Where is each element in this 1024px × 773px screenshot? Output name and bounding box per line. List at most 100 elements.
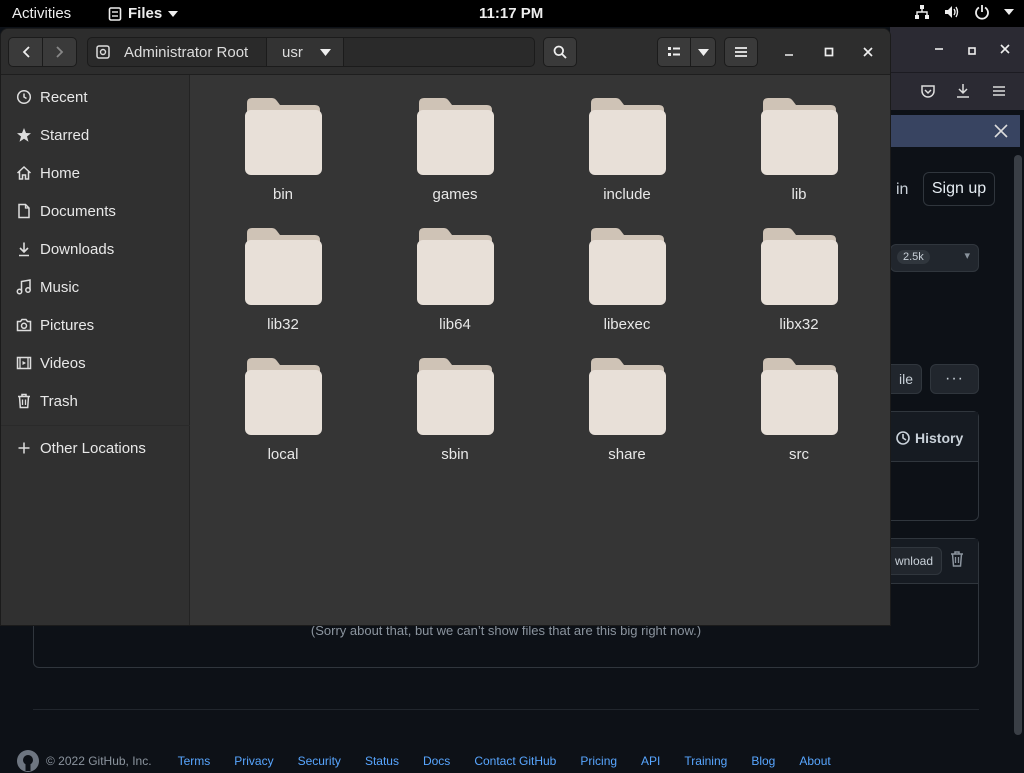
app-menu-button[interactable]: Files <box>108 5 179 22</box>
minimize-button[interactable] <box>780 43 798 61</box>
sign-up-button[interactable]: Sign up <box>923 172 995 206</box>
footer-link-privacy[interactable]: Privacy <box>234 754 273 768</box>
download-icon[interactable] <box>955 83 971 104</box>
sidebar-item-music[interactable]: Music <box>1 269 190 305</box>
folder-icon <box>417 98 494 175</box>
sidebar-item-videos[interactable]: Videos <box>1 345 190 381</box>
hamburger-menu-icon <box>735 47 747 57</box>
footer-link-pricing[interactable]: Pricing <box>580 754 617 768</box>
sidebar-item-downloads[interactable]: Downloads <box>1 231 190 267</box>
activities-button[interactable]: Activities <box>12 5 71 22</box>
folder-item[interactable]: src <box>739 357 859 477</box>
copyright-text: © 2022 GitHub, Inc. <box>46 754 152 768</box>
sidebar-item-label: Music <box>40 278 80 296</box>
sign-in-link[interactable]: in <box>896 181 908 199</box>
sidebar-item-pictures[interactable]: Pictures <box>1 307 190 343</box>
sidebar-item-recent[interactable]: Recent <box>1 79 190 115</box>
back-button[interactable] <box>8 37 43 67</box>
path-bar: Administrator Root usr <box>87 37 535 67</box>
sidebar-item-documents[interactable]: Documents <box>1 193 190 229</box>
caret-down-icon <box>168 10 179 17</box>
path-root-label: Administrator Root <box>124 43 249 61</box>
system-tray[interactable] <box>914 4 1014 20</box>
chevron-left-icon <box>22 46 30 58</box>
footer-link-security[interactable]: Security <box>298 754 341 768</box>
footer-link-docs[interactable]: Docs <box>423 754 450 768</box>
footer-link-api[interactable]: API <box>641 754 660 768</box>
clock[interactable]: 11:17 PM <box>479 5 543 22</box>
sidebar-item-label: Recent <box>40 88 88 106</box>
star-count: 2.5k <box>897 250 930 264</box>
maximize-icon[interactable] <box>968 43 976 58</box>
pocket-icon[interactable] <box>920 83 936 104</box>
forward-button[interactable] <box>42 37 77 67</box>
browser-scrollbar[interactable] <box>1014 155 1022 735</box>
close-icon[interactable] <box>994 121 1008 143</box>
history-link[interactable]: History <box>895 430 963 446</box>
view-options-button[interactable] <box>690 37 716 67</box>
folder-item[interactable]: sbin <box>395 357 515 477</box>
path-separator <box>343 38 344 66</box>
folder-item[interactable]: lib32 <box>223 227 343 347</box>
camera-icon <box>16 317 32 333</box>
folder-label: bin <box>272 186 294 203</box>
list-view-icon <box>668 47 680 56</box>
footer-link-training[interactable]: Training <box>684 754 727 768</box>
hamburger-menu-icon[interactable] <box>991 83 1007 104</box>
browser-titlebar <box>890 27 1024 72</box>
footer-link-about[interactable]: About <box>799 754 830 768</box>
minimize-icon[interactable] <box>934 39 944 54</box>
star-button-group[interactable]: 2.5k ▾ <box>890 244 979 272</box>
folder-item[interactable]: local <box>223 357 343 477</box>
caret-down-icon <box>319 48 331 56</box>
sidebar-divider <box>1 425 190 426</box>
main-menu-button[interactable] <box>724 37 758 67</box>
more-options-button[interactable]: ··· <box>930 364 979 394</box>
sidebar-item-trash[interactable]: Trash <box>1 383 190 419</box>
document-icon <box>16 203 32 219</box>
view-toggle-button[interactable] <box>657 37 691 67</box>
sidebar-item-other-locations[interactable]: Other Locations <box>1 430 190 466</box>
trash-icon[interactable] <box>950 551 964 572</box>
caret-down-icon[interactable]: ▾ <box>964 249 970 262</box>
folder-icon <box>417 358 494 435</box>
path-segment-usr[interactable]: usr <box>267 38 343 66</box>
folder-label: share <box>608 446 646 463</box>
network-icon <box>915 5 929 19</box>
trash-icon <box>16 393 32 409</box>
close-button[interactable] <box>859 43 877 61</box>
sidebar-item-home[interactable]: Home <box>1 155 190 191</box>
folder-item[interactable]: libexec <box>567 227 687 347</box>
search-button[interactable] <box>543 37 577 67</box>
footer-divider <box>33 709 979 710</box>
folder-item[interactable]: include <box>567 97 687 217</box>
folder-icon <box>589 228 666 305</box>
folder-label: lib64 <box>439 316 471 333</box>
folder-label: lib <box>791 186 807 203</box>
folder-item[interactable]: bin <box>223 97 343 217</box>
maximize-icon <box>824 47 834 57</box>
sidebar-item-label: Home <box>40 164 81 182</box>
close-icon[interactable] <box>1000 42 1010 57</box>
plus-icon <box>16 440 32 456</box>
sidebar-item-label: Downloads <box>40 240 115 258</box>
github-logo-icon[interactable] <box>16 749 40 773</box>
sidebar-item-starred[interactable]: Starred <box>1 117 190 153</box>
path-segment-root[interactable]: Administrator Root <box>88 38 266 66</box>
file-manager-window: Administrator Root usr Recent Starred Ho… <box>0 28 891 626</box>
folder-item[interactable]: libx32 <box>739 227 859 347</box>
folder-item[interactable]: lib <box>739 97 859 217</box>
footer-link-status[interactable]: Status <box>365 754 399 768</box>
folder-label: sbin <box>441 446 469 463</box>
footer-link-contact[interactable]: Contact GitHub <box>474 754 556 768</box>
footer-link-blog[interactable]: Blog <box>751 754 775 768</box>
volume-icon <box>945 6 959 18</box>
folder-item[interactable]: lib64 <box>395 227 515 347</box>
footer-link-terms[interactable]: Terms <box>178 754 211 768</box>
maximize-button[interactable] <box>820 43 838 61</box>
folder-item[interactable]: share <box>567 357 687 477</box>
folder-item[interactable]: games <box>395 97 515 217</box>
folder-icon <box>245 358 322 435</box>
file-cabinet-icon <box>108 6 122 21</box>
search-icon <box>553 45 567 59</box>
